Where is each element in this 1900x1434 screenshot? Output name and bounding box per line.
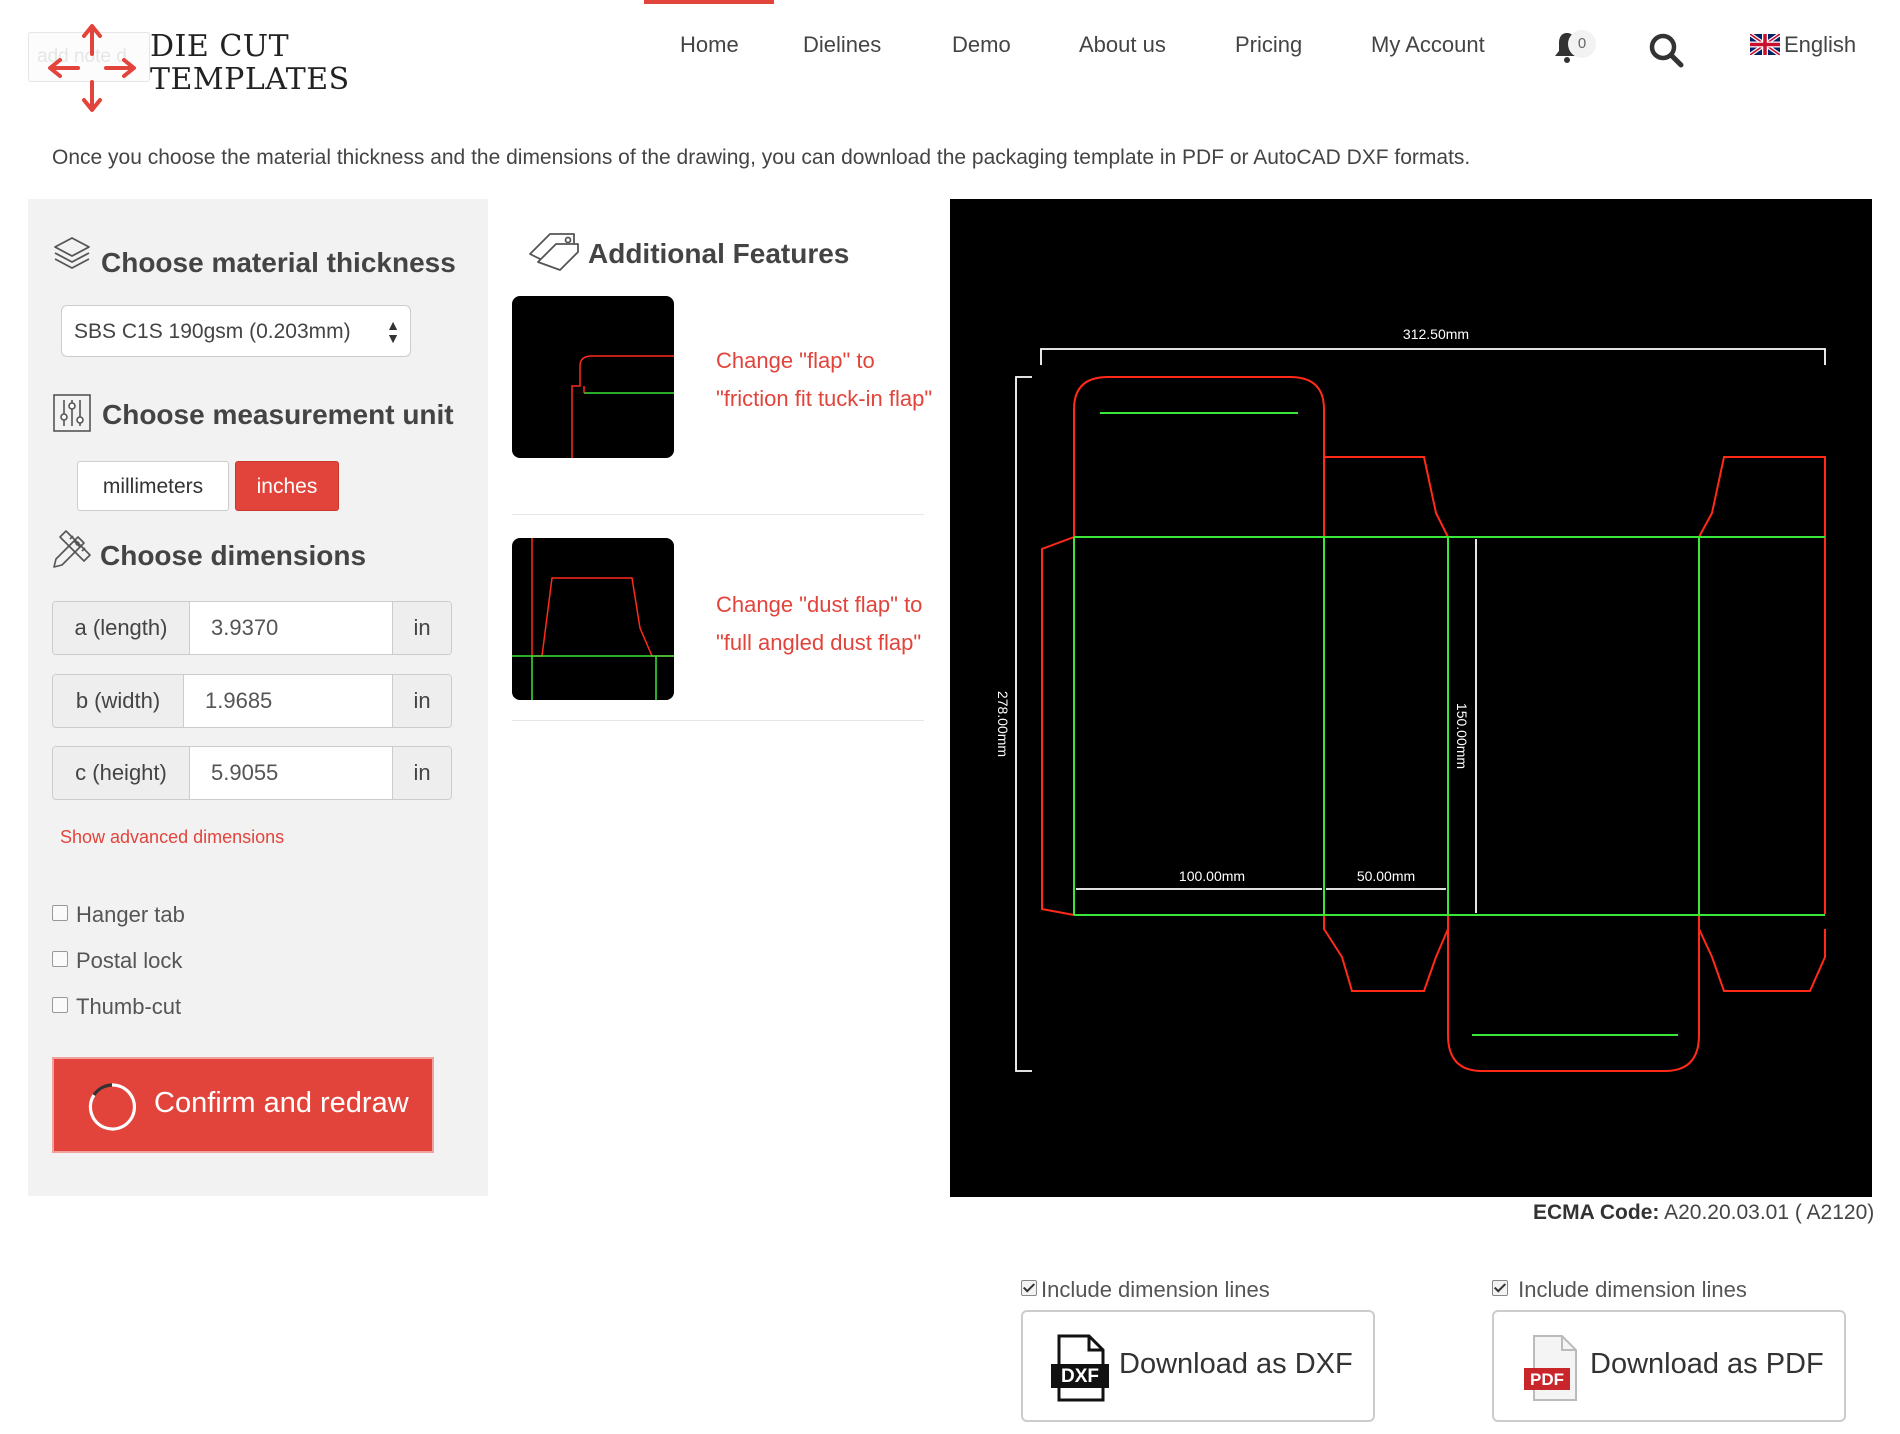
pdf-include-dimensions-option[interactable]: Include dimension lines	[1492, 1277, 1747, 1303]
feature-divider	[512, 720, 924, 721]
dimension-length-label: a (length)	[53, 602, 190, 654]
dxf-include-dimensions-checkbox[interactable]	[1021, 1280, 1037, 1296]
dimension-total-height-label: 278.00mm	[995, 691, 1011, 757]
unit-millimeters-button[interactable]: millimeters	[77, 461, 229, 511]
dimension-length-input[interactable]: 3.9370	[211, 602, 278, 654]
dxf-icon-label: DXF	[1061, 1366, 1099, 1387]
pdf-icon-label: PDF	[1530, 1370, 1564, 1389]
feature-divider	[512, 514, 924, 515]
hanger-tab-checkbox[interactable]	[52, 905, 68, 921]
dust-flap-feature-link[interactable]: Change "dust flap" to "full angled dust …	[716, 586, 946, 662]
nav-demo[interactable]: Demo	[952, 32, 1011, 58]
dimension-total-width-label: 312.50mm	[1403, 326, 1469, 342]
dieline-drawing-canvas: 312.50mm 278.00mm 150.00mm 100.00mm 50.0…	[950, 199, 1872, 1197]
material-select[interactable]: SBS C1S 190gsm (0.203mm) ▲ ▼	[61, 305, 411, 357]
download-pdf-label: Download as PDF	[1590, 1348, 1824, 1380]
select-arrows-icon: ▲ ▼	[386, 317, 400, 346]
unit-title: Choose measurement unit	[102, 399, 454, 430]
layers-icon	[54, 237, 90, 269]
crease-lines	[1073, 412, 1825, 1036]
uk-flag-icon	[1750, 34, 1780, 55]
show-advanced-dimensions-link[interactable]: Show advanced dimensions	[60, 827, 284, 848]
pdf-include-dimensions-checkbox[interactable]	[1492, 1280, 1508, 1296]
flap-preview-icon	[571, 355, 674, 458]
dimension-height-input[interactable]: 5.9055	[211, 747, 278, 799]
unit-inches-button[interactable]: inches	[235, 461, 339, 511]
dimension-length-drawing-label: 100.00mm	[1179, 868, 1245, 884]
dimension-width-unit: in	[392, 675, 451, 727]
download-pdf-button[interactable]: PDF Download as PDF	[1492, 1310, 1846, 1422]
pencil-ruler-icon	[53, 530, 91, 568]
postal-lock-option[interactable]: Postal lock	[52, 948, 182, 974]
nav-about-us[interactable]: About us	[1079, 32, 1166, 58]
intro-text: Once you choose the material thickness a…	[52, 146, 1471, 169]
main-nav: Home Dielines Demo About us Pricing My A…	[0, 0, 1900, 100]
dimension-length-row: a (length) 3.9370 in	[52, 601, 452, 655]
download-dxf-label: Download as DXF	[1119, 1348, 1353, 1380]
cut-lines	[1041, 376, 1826, 1072]
dimension-height-label: 150.00mm	[1454, 703, 1470, 769]
dust-flap-preview-icon	[512, 538, 674, 700]
dimension-height-row: c (height) 5.9055 in	[52, 746, 452, 800]
dxf-include-dimensions-option[interactable]: Include dimension lines	[1021, 1277, 1270, 1303]
additional-features-title: Additional Features	[588, 238, 850, 269]
nav-my-account[interactable]: My Account	[1371, 32, 1485, 58]
dieline-drawing: 312.50mm 278.00mm 150.00mm 100.00mm 50.0…	[995, 326, 1826, 1072]
sliders-icon	[53, 394, 91, 432]
nav-pricing[interactable]: Pricing	[1235, 32, 1302, 58]
language-label: English	[1784, 32, 1857, 57]
postal-lock-label: Postal lock	[76, 948, 183, 973]
postal-lock-checkbox[interactable]	[52, 951, 68, 967]
pdf-include-dimensions-label: Include dimension lines	[1518, 1277, 1747, 1302]
dimension-width-label: b (width)	[53, 675, 184, 727]
dimensions-title: Choose dimensions	[100, 540, 367, 571]
download-dxf-button[interactable]: DXF Download as DXF	[1021, 1310, 1375, 1422]
dimension-height-label: c (height)	[53, 747, 190, 799]
dxf-file-icon: DXF	[1051, 1334, 1109, 1402]
ecma-label: ECMA Code:	[1533, 1201, 1660, 1224]
confirm-redraw-button[interactable]: Confirm and redraw	[52, 1057, 434, 1153]
flap-feature-link[interactable]: Change "flap" to "friction fit tuck-in f…	[716, 342, 936, 418]
tags-icon	[529, 233, 579, 271]
thumb-cut-label: Thumb-cut	[76, 994, 182, 1019]
dimension-width-row: b (width) 1.9685 in	[52, 674, 452, 728]
hanger-tab-option[interactable]: Hanger tab	[52, 902, 185, 928]
notification-count-badge: 0	[1568, 30, 1596, 58]
dimension-width-drawing-label: 50.00mm	[1357, 868, 1415, 884]
material-title: Choose material thickness	[101, 247, 456, 278]
dimension-height-unit: in	[392, 747, 451, 799]
thumb-cut-checkbox[interactable]	[52, 997, 68, 1013]
language-selector[interactable]: English	[1750, 32, 1856, 58]
flap-feature-thumbnail[interactable]	[512, 296, 674, 458]
nav-home[interactable]: Home	[680, 32, 739, 58]
nav-dielines[interactable]: Dielines	[803, 32, 881, 58]
dust-flap-feature-thumbnail[interactable]	[512, 538, 674, 700]
pdf-file-icon: PDF	[1524, 1335, 1577, 1401]
confirm-redraw-label: Confirm and redraw	[154, 1087, 409, 1119]
ecma-code: ECMA Code: A20.20.03.01 ( A2120)	[1533, 1201, 1874, 1225]
search-icon[interactable]	[1648, 32, 1684, 68]
hanger-tab-label: Hanger tab	[76, 902, 185, 927]
settings-panel: Choose material thickness SBS C1S 190gsm…	[28, 199, 488, 1196]
dimension-length-unit: in	[392, 602, 451, 654]
dxf-include-dimensions-label: Include dimension lines	[1041, 1277, 1270, 1302]
ecma-value: A20.20.03.01 ( A2120)	[1664, 1201, 1875, 1224]
dimension-width-input[interactable]: 1.9685	[205, 675, 272, 727]
material-selected-value: SBS C1S 190gsm (0.203mm)	[74, 320, 351, 343]
thumb-cut-option[interactable]: Thumb-cut	[52, 994, 181, 1020]
refresh-spinner-icon	[88, 1083, 137, 1131]
active-nav-indicator	[644, 0, 774, 4]
